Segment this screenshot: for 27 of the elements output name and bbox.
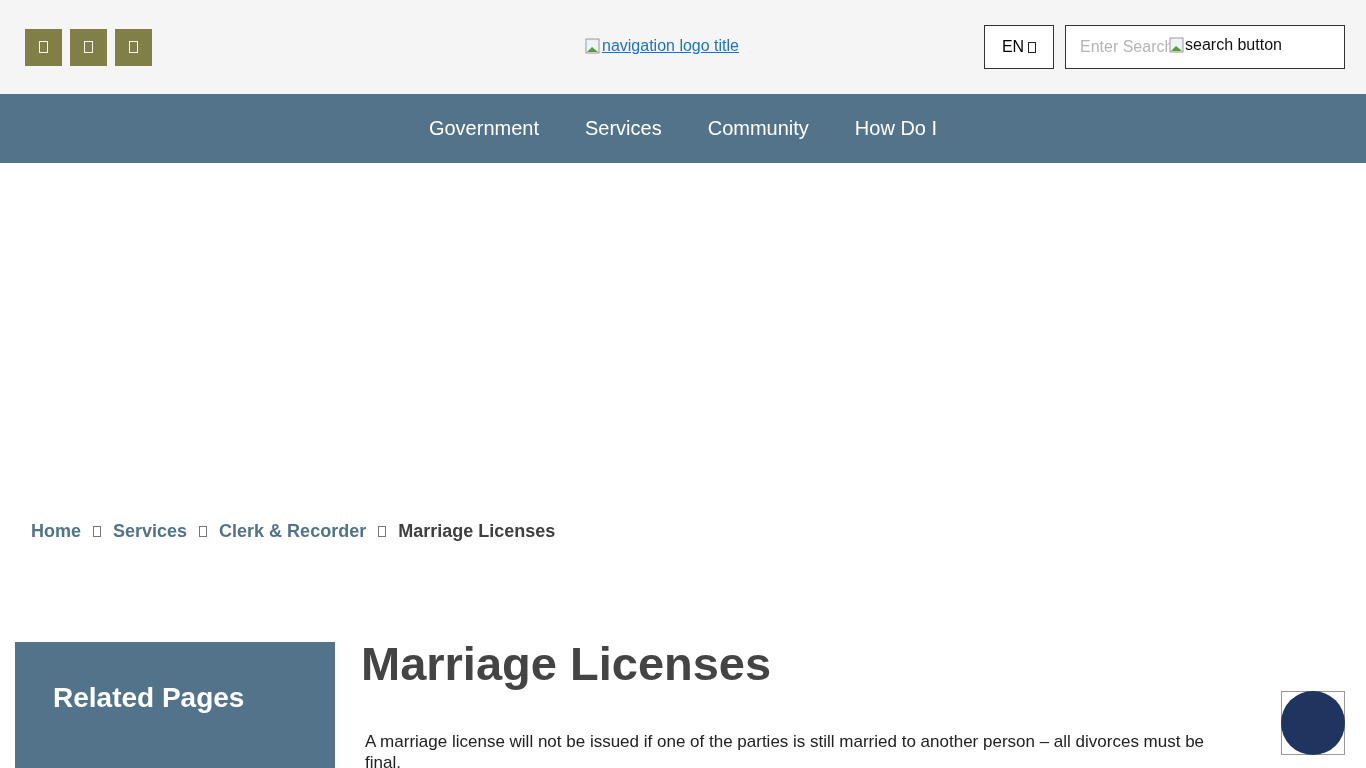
paragraph: A marriage license will not be issued if one of the parties is still married to another person – all divorces must be final. [365, 731, 1206, 768]
social-button[interactable] [70, 28, 107, 66]
nav-link[interactable]: Community [707, 117, 809, 140]
separator-icon [93, 526, 101, 537]
logo-link[interactable]: navigation logo title [585, 37, 739, 55]
breadcrumb-link[interactable]: Home [31, 521, 81, 542]
missing-glyph-icon [129, 41, 138, 53]
breadcrumb-current: Marriage Licenses [398, 521, 556, 542]
separator-icon [378, 526, 387, 537]
missing-glyph-icon [84, 41, 93, 53]
page-title: Marriage Licenses [361, 636, 773, 691]
nav-link[interactable]: How Do I [854, 117, 938, 140]
chat-button[interactable] [1281, 691, 1345, 755]
sidebar-title: Related Pages [53, 682, 246, 714]
missing-glyph-icon [1028, 41, 1037, 53]
broken-image-icon [585, 38, 601, 54]
search-button[interactable]: search button [1169, 36, 1282, 54]
missing-glyph-icon [39, 41, 48, 53]
social-button[interactable] [25, 28, 62, 66]
separator-icon [199, 526, 208, 537]
breadcrumb-link[interactable]: Clerk & Recorder [219, 521, 367, 542]
nav-link[interactable]: Government [428, 117, 539, 140]
broken-image-icon [1169, 37, 1185, 53]
nav-link[interactable]: Services [585, 117, 662, 140]
social-button[interactable] [115, 28, 152, 66]
language-button[interactable]: EN [984, 25, 1054, 69]
breadcrumb-link[interactable]: Services [113, 521, 188, 542]
